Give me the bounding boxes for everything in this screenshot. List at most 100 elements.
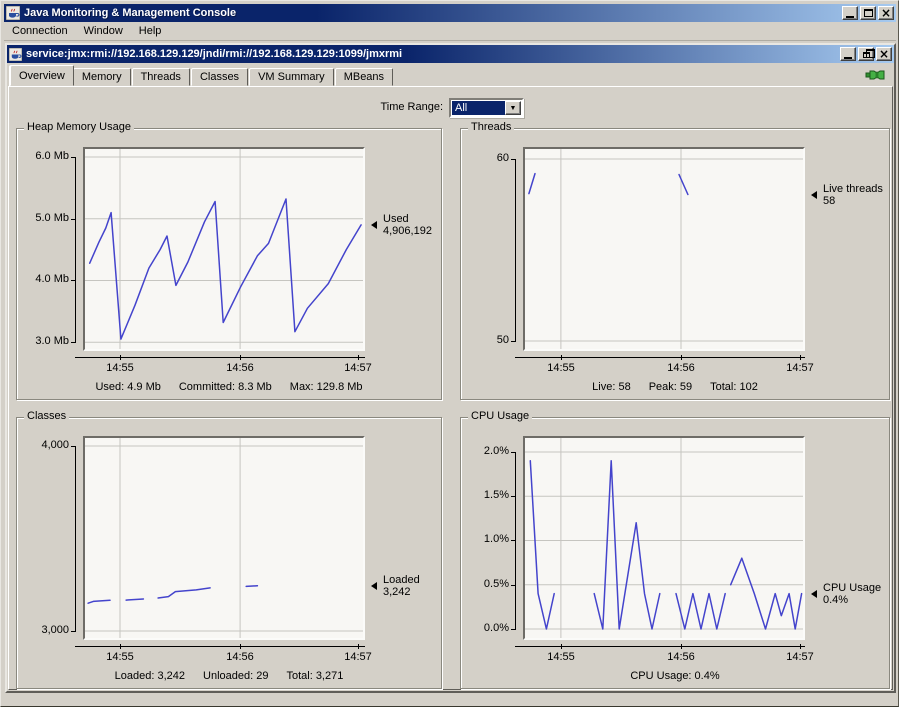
group-title: Classes <box>24 410 69 422</box>
menu-help[interactable]: Help <box>131 23 170 39</box>
x-tick-label: 14:56 <box>661 651 701 663</box>
chart-summary: Loaded: 3,242 Unloaded: 29 Total: 3,271 <box>17 670 441 682</box>
tab-memory[interactable]: Memory <box>73 68 131 86</box>
summary-item: Max: 129.8 Mb <box>290 381 363 393</box>
connection-title: service:jmx:rmi://192.168.129.129/jndi/r… <box>26 48 402 60</box>
chevron-down-icon[interactable]: ▼ <box>505 101 521 115</box>
tab-classes[interactable]: Classes <box>191 68 248 86</box>
tab-bar: Overview Memory Threads Classes VM Summa… <box>7 64 894 86</box>
x-tick-mark <box>358 644 359 649</box>
tab-overview[interactable]: Overview <box>10 65 74 86</box>
summary-item: Unloaded: 29 <box>203 670 268 682</box>
marker-arrow-icon <box>371 582 377 590</box>
maximize-button[interactable] <box>860 6 876 20</box>
x-tick-label: 14:56 <box>220 362 260 374</box>
plot-area <box>523 147 805 351</box>
inner-title-bar: service:jmx:rmi://192.168.129.129/jndi/r… <box>7 45 894 63</box>
plot-area <box>83 436 365 640</box>
y-tick-label: 4,000 <box>13 439 69 451</box>
y-tick-label: 0.0% <box>453 622 509 634</box>
tab-vm-summary[interactable]: VM Summary <box>249 68 334 86</box>
marker-arrow-icon <box>811 590 817 598</box>
x-tick-mark <box>240 355 241 360</box>
plot-area <box>523 436 805 640</box>
x-axis-line <box>75 357 365 358</box>
x-tick-label: 14:57 <box>338 651 378 663</box>
close-icon: × <box>879 49 889 59</box>
inner-minimize-button[interactable] <box>840 47 856 61</box>
x-tick-mark <box>681 644 682 649</box>
y-tick-label: 3,000 <box>13 624 69 636</box>
x-axis-line <box>515 357 805 358</box>
summary-item: Total: 3,271 <box>286 670 343 682</box>
jconsole-window: Java Monitoring & Management Console × C… <box>0 0 899 707</box>
summary-item: Total: 102 <box>710 381 758 393</box>
marker-arrow-icon <box>811 191 817 199</box>
x-tick-label: 14:57 <box>780 651 820 663</box>
plot-area <box>83 147 365 351</box>
marker-label: Live threads 58 <box>823 183 883 207</box>
y-tick-label: 1.0% <box>453 533 509 545</box>
minimize-button[interactable] <box>842 6 858 20</box>
close-button[interactable]: × <box>878 6 894 20</box>
time-range-label: Time Range: <box>309 101 443 113</box>
minimize-icon <box>844 57 852 59</box>
marker-arrow-icon <box>371 221 377 229</box>
close-icon: × <box>881 8 891 18</box>
summary-item: Peak: 59 <box>649 381 692 393</box>
x-tick-label: 14:57 <box>338 362 378 374</box>
java-cup-icon <box>9 48 22 61</box>
y-tick-label: 1.5% <box>453 489 509 501</box>
x-tick-label: 14:55 <box>100 651 140 663</box>
connection-internal-frame: service:jmx:rmi://192.168.129.129/jndi/r… <box>5 43 896 693</box>
y-tick-label: 4.0 Mb <box>13 273 69 285</box>
java-cup-icon <box>6 6 20 20</box>
restore-icon <box>863 52 870 58</box>
x-tick-mark <box>561 644 562 649</box>
x-tick-mark <box>681 355 682 360</box>
x-axis-line <box>75 646 365 647</box>
x-axis-line <box>515 646 805 647</box>
y-axis-line <box>515 159 516 342</box>
menu-connection[interactable]: Connection <box>4 23 76 39</box>
tab-mbeans[interactable]: MBeans <box>335 68 393 86</box>
window-title: Java Monitoring & Management Console <box>24 7 236 19</box>
y-axis-line <box>75 446 76 632</box>
group-title: CPU Usage <box>468 410 532 422</box>
group-box-cpu-usage: CPU Usage2.0%1.5%1.0%0.5%0.0%14:5514:561… <box>460 417 890 689</box>
summary-item: Loaded: 3,242 <box>115 670 185 682</box>
chart-summary: Used: 4.9 MbCommitted: 8.3 MbMax: 129.8 … <box>17 381 441 393</box>
y-tick-label: 0.5% <box>453 578 509 590</box>
y-tick-label: 3.0 Mb <box>13 335 69 347</box>
x-tick-label: 14:56 <box>220 651 260 663</box>
inner-close-button[interactable]: × <box>876 47 892 61</box>
y-tick-label: 5.0 Mb <box>13 212 69 224</box>
x-tick-mark <box>800 355 801 360</box>
y-tick-label: 2.0% <box>453 445 509 457</box>
x-tick-label: 14:56 <box>661 362 701 374</box>
x-tick-mark <box>561 355 562 360</box>
title-bar: Java Monitoring & Management Console × <box>4 4 896 22</box>
group-box-classes: Classes4,0003,00014:5514:5614:57Loaded 3… <box>16 417 442 689</box>
group-title: Heap Memory Usage <box>24 121 134 133</box>
menu-bar: Connection Window Help <box>4 22 896 41</box>
x-tick-label: 14:57 <box>780 362 820 374</box>
menu-window[interactable]: Window <box>76 23 131 39</box>
y-tick-label: 6.0 Mb <box>13 150 69 162</box>
y-axis-line <box>515 452 516 630</box>
time-range-combobox[interactable]: All ▼ <box>449 98 524 118</box>
chart-summary: Live: 58Peak: 59Total: 102 <box>461 381 889 393</box>
x-tick-label: 14:55 <box>100 362 140 374</box>
time-range-value: All <box>452 101 505 115</box>
x-tick-mark <box>120 644 121 649</box>
group-box-heap-memory-usage: Heap Memory Usage6.0 Mb5.0 Mb4.0 Mb3.0 M… <box>16 128 442 400</box>
chart-summary: CPU Usage: 0.4% <box>461 670 889 682</box>
y-axis-line <box>75 157 76 343</box>
maximize-icon <box>864 9 873 17</box>
tab-threads[interactable]: Threads <box>132 68 190 86</box>
inner-restore-button[interactable] <box>858 47 874 61</box>
y-tick-label: 60 <box>453 152 509 164</box>
summary-item: Used: 4.9 Mb <box>95 381 160 393</box>
y-tick-label: 50 <box>453 334 509 346</box>
green-plug-connected-icon <box>865 68 885 82</box>
